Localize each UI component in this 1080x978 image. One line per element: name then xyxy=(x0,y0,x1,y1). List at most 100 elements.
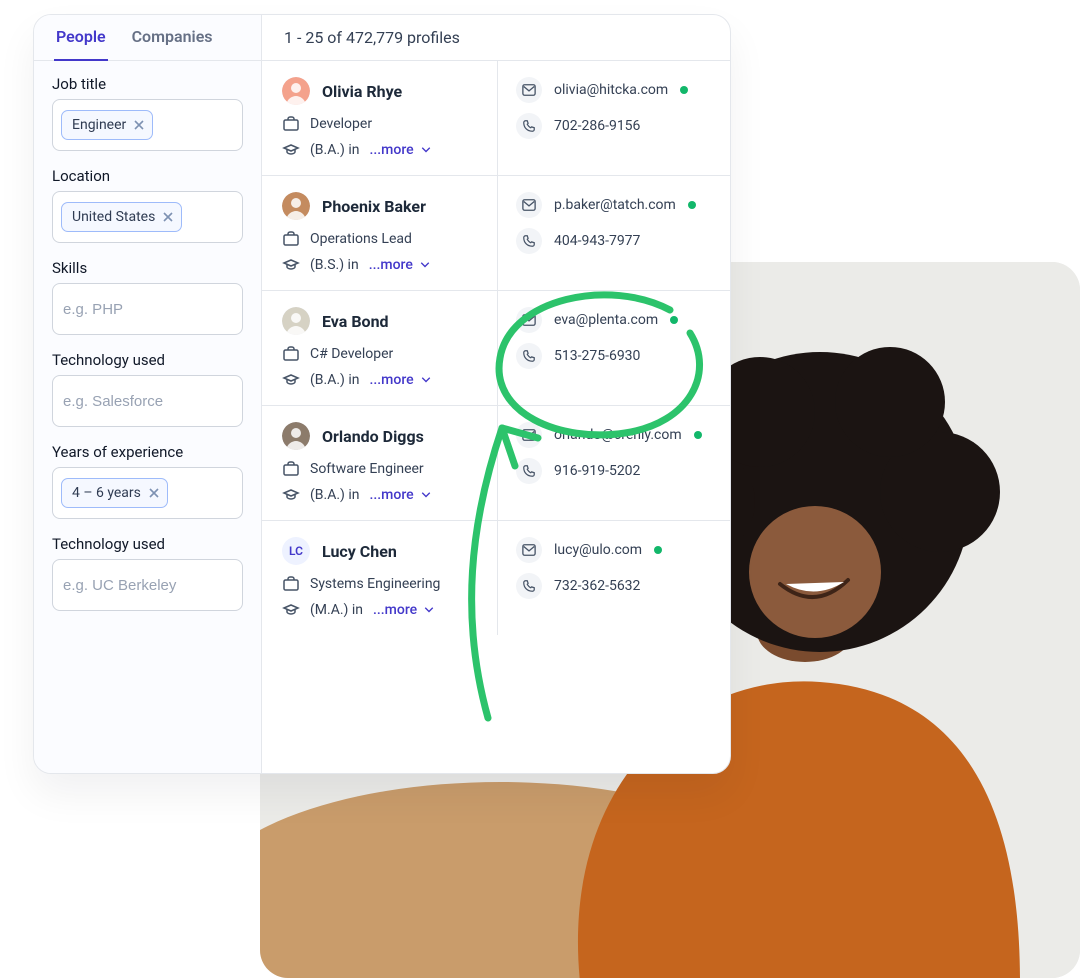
filter-text-input[interactable] xyxy=(61,300,234,319)
chevron-down-icon xyxy=(420,489,432,501)
profile-phone[interactable]: 732-362-5632 xyxy=(516,573,712,599)
profile-header: Orlando Diggs xyxy=(282,422,483,450)
profile-role: Operations Lead xyxy=(310,231,412,247)
result-count: 1 - 25 of 472,779 profiles xyxy=(262,15,730,60)
profile-role-line: Developer xyxy=(282,115,483,133)
mail-icon xyxy=(516,77,542,103)
profile-phone[interactable]: 404-943-7977 xyxy=(516,228,712,254)
cap-icon xyxy=(282,486,300,504)
profile-role: C# Developer xyxy=(310,346,393,362)
profile-row[interactable]: Olivia Rhye Developer (B.A.) in ...more oli… xyxy=(262,61,730,176)
profile-phone[interactable]: 513-275-6930 xyxy=(516,343,712,369)
email-text: p.baker@tatch.com xyxy=(554,197,676,213)
email-text: eva@plenta.com xyxy=(554,312,658,328)
profile-phone[interactable]: 916-919-5202 xyxy=(516,458,712,484)
phone-text: 513-275-6930 xyxy=(554,348,640,364)
status-dot xyxy=(694,431,702,439)
profile-summary: Olivia Rhye Developer (B.A.) in ...more xyxy=(262,61,498,175)
filter-group: Technology used xyxy=(52,535,243,611)
more-link[interactable]: ...more xyxy=(369,257,413,273)
tab-companies[interactable]: Companies xyxy=(132,27,213,60)
filter-chip[interactable]: Engineer xyxy=(61,110,153,140)
profiles-app: People Companies 1 - 25 of 472,779 profi… xyxy=(33,14,731,774)
filter-group: Skills xyxy=(52,259,243,335)
profile-header: Phoenix Baker xyxy=(282,192,483,220)
profile-degree: (B.S.) in xyxy=(310,257,359,273)
avatar: LC xyxy=(282,537,310,565)
filter-label: Technology used xyxy=(52,351,243,369)
chevron-down-icon xyxy=(420,374,432,386)
filter-chip[interactable]: 4 – 6 years xyxy=(61,478,168,508)
brief-icon xyxy=(282,230,300,248)
filter-input[interactable] xyxy=(52,375,243,427)
filter-text-input[interactable] xyxy=(61,576,234,595)
profile-summary: LCLucy ChenSystems Engineering(M.A.) in … xyxy=(262,521,498,635)
profile-degree: (B.A.) in xyxy=(310,142,360,158)
profile-email[interactable]: orlando@crenly.com xyxy=(516,422,712,448)
profile-role: Developer xyxy=(310,116,372,132)
profile-email[interactable]: olivia@hitcka.com xyxy=(516,77,712,103)
profile-row[interactable]: Eva Bond C# Developer (B.A.) in ...more eva… xyxy=(262,291,730,406)
filter-group: Job title Engineer xyxy=(52,75,243,151)
phone-icon xyxy=(516,343,542,369)
avatar xyxy=(282,192,310,220)
profile-education-line: (M.A.) in ...more xyxy=(282,601,483,619)
filter-label: Job title xyxy=(52,75,243,93)
filter-input[interactable] xyxy=(52,559,243,611)
phone-text: 404-943-7977 xyxy=(554,233,640,249)
filter-group: LocationUnited States xyxy=(52,167,243,243)
profile-row[interactable]: Phoenix Baker Operations Lead (B.S.) in ..… xyxy=(262,176,730,291)
filters-sidebar: Job title Engineer LocationUnited States Sk… xyxy=(34,61,262,773)
profile-contact: orlando@crenly.com 916-919-5202 xyxy=(498,406,730,520)
avatar xyxy=(282,307,310,335)
profile-degree: (M.A.) in xyxy=(310,602,363,618)
filter-input[interactable]: United States xyxy=(52,191,243,243)
close-icon[interactable] xyxy=(149,488,159,498)
topbar: People Companies 1 - 25 of 472,779 profi… xyxy=(34,15,730,61)
cap-icon xyxy=(282,371,300,389)
phone-text: 916-919-5202 xyxy=(554,463,640,479)
tabs: People Companies xyxy=(34,15,262,60)
more-link[interactable]: ...more xyxy=(370,487,414,503)
profile-email[interactable]: lucy@ulo.com xyxy=(516,537,712,563)
profile-row[interactable]: LCLucy ChenSystems Engineering(M.A.) in … xyxy=(262,521,730,635)
phone-text: 732-362-5632 xyxy=(554,578,640,594)
more-link[interactable]: ...more xyxy=(370,372,414,388)
profile-header: Eva Bond xyxy=(282,307,483,335)
filter-label: Skills xyxy=(52,259,243,277)
chevron-down-icon xyxy=(420,144,432,156)
status-dot xyxy=(670,316,678,324)
tab-people[interactable]: People xyxy=(56,27,106,60)
profile-phone[interactable]: 702-286-9156 xyxy=(516,113,712,139)
mail-icon xyxy=(516,307,542,333)
filter-input[interactable] xyxy=(52,283,243,335)
filter-label: Technology used xyxy=(52,535,243,553)
close-icon[interactable] xyxy=(134,120,144,130)
filter-input[interactable]: Engineer xyxy=(52,99,243,151)
profile-degree: (B.A.) in xyxy=(310,372,360,388)
brief-icon xyxy=(282,115,300,133)
profile-name: Olivia Rhye xyxy=(322,82,402,101)
profile-role-line: Software Engineer xyxy=(282,460,483,478)
profile-email[interactable]: eva@plenta.com xyxy=(516,307,712,333)
email-text: lucy@ulo.com xyxy=(554,542,642,558)
filter-chip-label: Engineer xyxy=(72,117,126,133)
profile-role-line: Operations Lead xyxy=(282,230,483,248)
brief-icon xyxy=(282,460,300,478)
profile-education-line: (B.A.) in ...more xyxy=(282,486,483,504)
phone-icon xyxy=(516,458,542,484)
filter-input[interactable]: 4 – 6 years xyxy=(52,467,243,519)
filter-chip-label: United States xyxy=(72,209,155,225)
close-icon[interactable] xyxy=(163,212,173,222)
filter-label: Years of experience xyxy=(52,443,243,461)
profile-degree: (B.A.) in xyxy=(310,487,360,503)
filter-chip[interactable]: United States xyxy=(61,202,182,232)
profile-row[interactable]: Orlando Diggs Software Engineer (B.A.) in … xyxy=(262,406,730,521)
profile-summary: Phoenix Baker Operations Lead (B.S.) in ..… xyxy=(262,176,498,290)
profile-header: Olivia Rhye xyxy=(282,77,483,105)
filter-text-input[interactable] xyxy=(61,392,234,411)
chevron-down-icon xyxy=(423,604,435,616)
more-link[interactable]: ...more xyxy=(370,142,414,158)
profile-email[interactable]: p.baker@tatch.com xyxy=(516,192,712,218)
more-link[interactable]: ...more xyxy=(373,602,417,618)
